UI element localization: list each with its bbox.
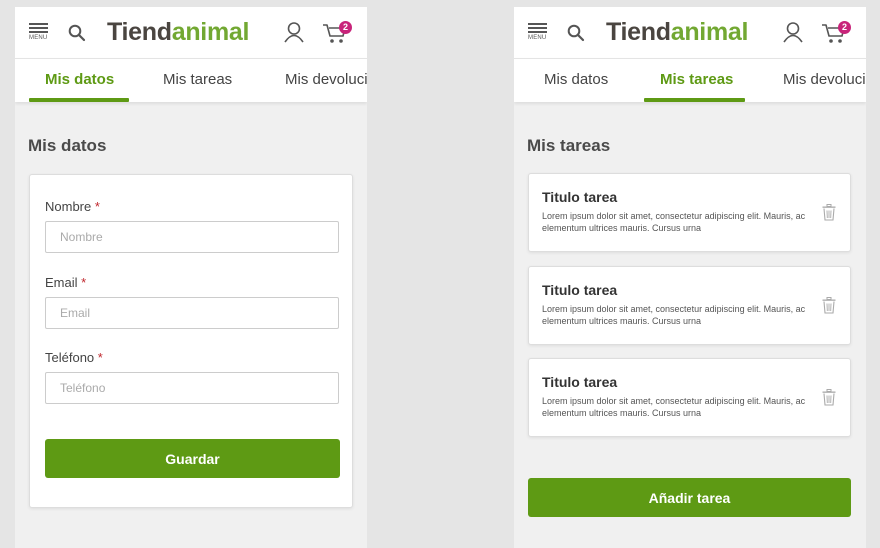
- email-label: Email *: [45, 275, 86, 290]
- task-description: Lorem ipsum dolor sit amet, consectetur …: [542, 211, 806, 233]
- required-mark: *: [81, 275, 87, 290]
- tab-mis-datos[interactable]: Mis datos: [45, 59, 114, 102]
- user-icon[interactable]: [782, 21, 804, 43]
- search-icon[interactable]: [68, 24, 86, 42]
- task-title: Titulo tarea: [542, 189, 618, 205]
- brand-logo[interactable]: Tiendanimal: [107, 18, 249, 47]
- trash-icon[interactable]: [822, 389, 836, 406]
- app-header: MENU Tiendanimal 2: [15, 7, 367, 58]
- active-tab-indicator: [29, 98, 129, 102]
- menu-icon[interactable]: MENU: [528, 22, 548, 44]
- task-card: Titulo tarea Lorem ipsum dolor sit amet,…: [528, 358, 851, 437]
- brand-logo[interactable]: Tiendanimal: [606, 18, 748, 47]
- tab-mis-devoluciones[interactable]: Mis devoluci: [285, 59, 367, 102]
- cart-count-badge: 2: [339, 21, 352, 34]
- nombre-label: Nombre *: [45, 199, 100, 214]
- user-icon[interactable]: [283, 21, 305, 43]
- email-field[interactable]: [45, 297, 339, 329]
- trash-icon[interactable]: [822, 204, 836, 221]
- app-header: MENU Tiendanimal 2: [514, 7, 866, 58]
- email-label-text: Email: [45, 275, 78, 290]
- tab-mis-tareas[interactable]: Mis tareas: [660, 59, 733, 102]
- active-tab-indicator: [644, 98, 745, 102]
- mis-tareas-screen: MENU Tiendanimal 2 Mis datos Mis tareas …: [514, 7, 866, 548]
- nombre-label-text: Nombre: [45, 199, 92, 214]
- brand-part-1: Tiend: [107, 18, 172, 46]
- tab-mis-devoluciones[interactable]: Mis devoluci: [783, 59, 866, 102]
- cart-count-badge: 2: [838, 21, 851, 34]
- account-tabs: Mis datos Mis tareas Mis devoluci: [15, 58, 367, 102]
- required-mark: *: [97, 350, 103, 365]
- telefono-label: Teléfono *: [45, 350, 103, 365]
- required-mark: *: [94, 199, 100, 214]
- menu-label: MENU: [29, 35, 48, 41]
- task-card: Titulo tarea Lorem ipsum dolor sit amet,…: [528, 173, 851, 252]
- page-title: Mis tareas: [527, 136, 611, 155]
- page-title: Mis datos: [28, 136, 107, 155]
- brand-part-1: Tiend: [606, 18, 671, 46]
- task-card: Titulo tarea Lorem ipsum dolor sit amet,…: [528, 266, 851, 345]
- trash-icon[interactable]: [822, 297, 836, 314]
- brand-part-2: animal: [171, 18, 250, 46]
- nombre-field[interactable]: [45, 221, 339, 253]
- telefono-label-text: Teléfono: [45, 350, 95, 365]
- account-tabs: Mis datos Mis tareas Mis devoluci: [514, 58, 866, 102]
- add-task-button[interactable]: Añadir tarea: [528, 478, 851, 517]
- task-title: Titulo tarea: [542, 374, 618, 390]
- menu-label: MENU: [528, 35, 547, 41]
- task-title: Titulo tarea: [542, 282, 618, 298]
- task-description: Lorem ipsum dolor sit amet, consectetur …: [542, 396, 806, 418]
- telefono-field[interactable]: [45, 372, 339, 404]
- brand-part-2: animal: [670, 18, 749, 46]
- search-icon[interactable]: [567, 24, 585, 42]
- mis-datos-screen: MENU Tiendanimal 2 Mis datos Mis tareas …: [15, 7, 367, 548]
- task-description: Lorem ipsum dolor sit amet, consectetur …: [542, 304, 806, 326]
- save-button[interactable]: Guardar: [45, 439, 340, 478]
- tab-mis-tareas[interactable]: Mis tareas: [163, 59, 232, 102]
- menu-icon[interactable]: MENU: [29, 22, 49, 44]
- personal-data-form: Nombre * Email * Teléfono * Guardar: [29, 174, 353, 508]
- tab-mis-datos[interactable]: Mis datos: [544, 59, 608, 102]
